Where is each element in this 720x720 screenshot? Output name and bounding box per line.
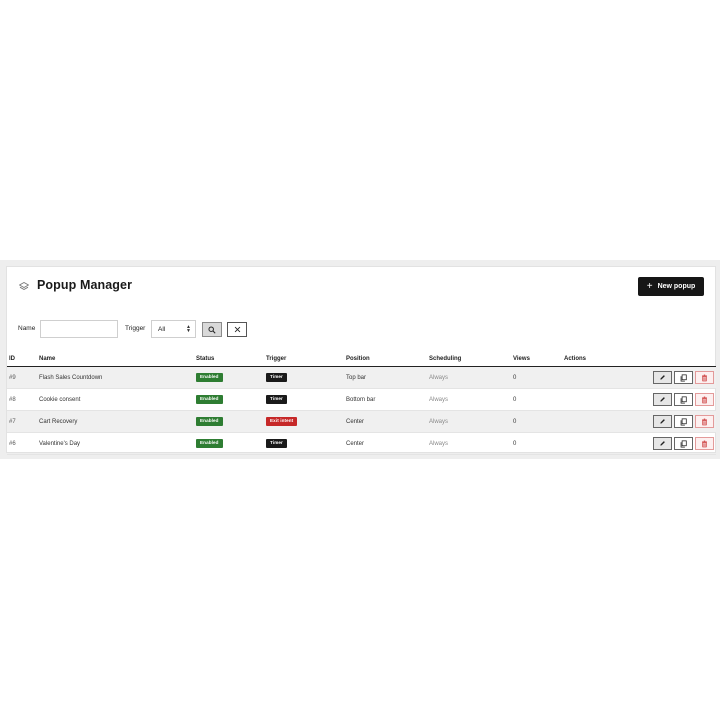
table-row: #6 Valentine's Day Enabled Timer Center Alway… <box>7 432 716 455</box>
duplicate-button[interactable] <box>674 437 693 450</box>
row-scheduling: Always <box>429 388 513 411</box>
column-header-status[interactable]: Status <box>196 351 266 367</box>
close-icon <box>234 326 240 333</box>
pencil-icon <box>659 440 666 447</box>
row-name: Valentine's Day <box>39 432 196 455</box>
row-name: Flash Sales Countdown <box>39 366 196 389</box>
column-header-id[interactable]: ID <box>7 351 39 367</box>
copy-icon <box>680 373 687 382</box>
row-id: #8 <box>7 388 39 411</box>
delete-button[interactable] <box>695 393 714 406</box>
row-views: 0 <box>513 388 564 411</box>
search-button[interactable] <box>202 322 222 337</box>
popup-manager-panel: Popup Manager + New popup Name Trigger A… <box>6 266 716 455</box>
search-icon <box>208 325 216 334</box>
layers-icon <box>19 282 29 290</box>
column-header-position[interactable]: Position <box>346 351 429 367</box>
copy-icon <box>680 439 687 448</box>
row-status-cell: Enabled <box>196 388 266 411</box>
row-views: 0 <box>513 410 564 433</box>
trigger-badge: Timer <box>266 373 287 382</box>
edit-button[interactable] <box>653 393 672 406</box>
status-badge: Enabled <box>196 417 223 426</box>
popups-table: ID Name Status Trigger Position Scheduli… <box>7 351 716 455</box>
select-arrows-icon: ▲ ▼ <box>186 324 191 334</box>
trigger-badge: Timer <box>266 439 287 448</box>
plus-icon: + <box>646 280 653 292</box>
copy-icon <box>680 417 687 426</box>
row-actions <box>564 410 716 433</box>
new-popup-label: New popup <box>657 283 696 290</box>
row-status-cell: Enabled <box>196 410 266 433</box>
column-header-views[interactable]: Views <box>513 351 564 367</box>
filter-bar: Name Trigger All ▲ ▼ <box>7 319 715 339</box>
table-row: #8 Cookie consent Enabled Timer Bottom bar Al… <box>7 388 716 411</box>
new-popup-button[interactable]: + New popup <box>638 277 704 296</box>
status-badge: Enabled <box>196 395 223 404</box>
trash-icon <box>701 374 708 382</box>
row-trigger-cell: Timer <box>266 388 346 411</box>
row-position: Bottom bar <box>346 388 429 411</box>
column-header-scheduling[interactable]: Scheduling <box>429 351 513 367</box>
trigger-badge: Exit intent <box>266 417 298 426</box>
pencil-icon <box>659 418 666 425</box>
row-name: Cookie consent <box>39 388 196 411</box>
duplicate-button[interactable] <box>674 415 693 428</box>
column-header-name[interactable]: Name <box>39 351 196 367</box>
page-title: Popup Manager <box>37 278 133 292</box>
delete-button[interactable] <box>695 437 714 450</box>
trash-icon <box>701 440 708 448</box>
clear-filters-button[interactable] <box>227 322 247 337</box>
trash-icon <box>701 396 708 404</box>
row-scheduling: Always <box>429 410 513 433</box>
duplicate-button[interactable] <box>674 371 693 384</box>
row-status-cell: Enabled <box>196 432 266 455</box>
delete-button[interactable] <box>695 371 714 384</box>
trigger-selected-value: All <box>158 325 166 333</box>
panel-header: Popup Manager + New popup <box>7 267 715 309</box>
table-row: #9 Flash Sales Countdown Enabled Timer Top b… <box>7 366 716 389</box>
row-views: 0 <box>513 366 564 389</box>
table-row: #7 Cart Recovery Enabled Exit intent Center A… <box>7 410 716 433</box>
delete-button[interactable] <box>695 415 714 428</box>
edit-button[interactable] <box>653 415 672 428</box>
pencil-icon <box>659 396 666 403</box>
row-trigger-cell: Exit intent <box>266 410 346 433</box>
row-status-cell: Enabled <box>196 366 266 389</box>
row-trigger-cell: Timer <box>266 366 346 389</box>
edit-button[interactable] <box>653 437 672 450</box>
row-trigger-cell: Timer <box>266 432 346 455</box>
status-badge: Enabled <box>196 439 223 448</box>
name-filter-label: Name <box>18 325 36 332</box>
row-position: Top bar <box>346 366 429 389</box>
table-header-row: ID Name Status Trigger Position Scheduli… <box>7 351 716 367</box>
column-header-trigger[interactable]: Trigger <box>266 351 346 367</box>
name-filter-input[interactable] <box>40 320 118 338</box>
duplicate-button[interactable] <box>674 393 693 406</box>
row-views: 0 <box>513 432 564 455</box>
row-name: Cart Recovery <box>39 410 196 433</box>
pencil-icon <box>659 374 666 381</box>
row-scheduling: Always <box>429 366 513 389</box>
row-actions <box>564 388 716 411</box>
row-position: Center <box>346 410 429 433</box>
row-id: #7 <box>7 410 39 433</box>
trash-icon <box>701 418 708 426</box>
trigger-filter-label: Trigger <box>125 325 146 332</box>
trigger-badge: Timer <box>266 395 287 404</box>
row-id: #6 <box>7 432 39 455</box>
trigger-filter-select[interactable]: All ▲ ▼ <box>151 320 196 338</box>
edit-button[interactable] <box>653 371 672 384</box>
column-header-actions: Actions <box>564 351 716 367</box>
row-actions <box>564 432 716 455</box>
row-actions <box>564 366 716 389</box>
row-scheduling: Always <box>429 432 513 455</box>
row-id: #9 <box>7 366 39 389</box>
status-badge: Enabled <box>196 373 223 382</box>
row-position: Center <box>346 432 429 455</box>
copy-icon <box>680 395 687 404</box>
